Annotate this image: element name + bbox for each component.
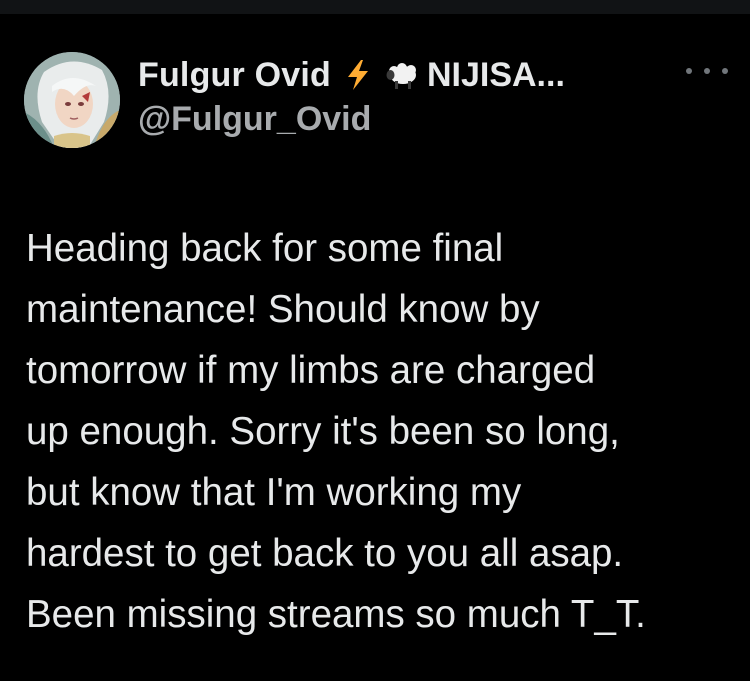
tweet-text-line: but know that I'm working my xyxy=(26,471,522,514)
display-name[interactable]: Fulgur Ovid xyxy=(138,56,331,95)
tweet-text: Heading back for some final maintenance!… xyxy=(26,218,731,645)
tweet-text-line: hardest to get back to you all asap. xyxy=(26,532,624,575)
user-handle[interactable]: @Fulgur_Ovid xyxy=(138,100,371,139)
more-dot xyxy=(722,68,728,74)
tweet-text-line: maintenance! Should know by xyxy=(26,288,540,331)
affiliation-text: NIJISA... xyxy=(426,55,565,94)
more-dot xyxy=(704,68,710,74)
author-name-row[interactable]: Fulgur Ovid NIJISA... xyxy=(138,54,565,96)
more-dot xyxy=(686,68,692,74)
avatar-image xyxy=(24,52,120,148)
top-status-strip xyxy=(0,0,750,14)
tweet-text-line: Heading back for some final xyxy=(26,227,504,270)
tweet-text-line: up enough. Sorry it's been so long, xyxy=(26,410,620,453)
sheep-icon xyxy=(385,58,419,92)
tweet-text-line: tomorrow if my limbs are charged xyxy=(26,349,596,392)
avatar[interactable] xyxy=(24,52,120,148)
tweet-text-line: Been missing streams so much T_T. xyxy=(26,593,646,636)
lightning-icon xyxy=(341,58,375,92)
tweet-card: Fulgur Ovid NIJISA... @Fulgur_Ovid Headi… xyxy=(0,14,750,681)
more-options-icon[interactable] xyxy=(686,56,728,86)
